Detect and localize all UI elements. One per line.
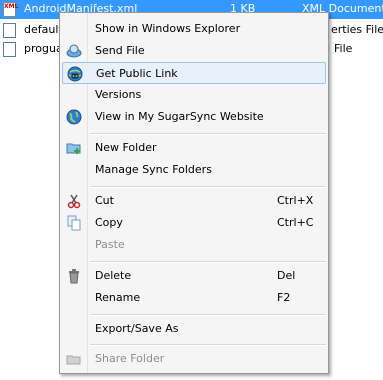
send-file-icon — [66, 43, 82, 59]
menu-item-shortcut: Ctrl+C — [277, 216, 314, 229]
menu-item-label: Paste — [95, 238, 125, 251]
menu-item-label: Rename — [95, 291, 141, 304]
menu-item-show-in-explorer[interactable]: Show in Windows Explorer — [62, 18, 326, 40]
menu-separator — [90, 186, 326, 188]
menu-item-paste[interactable]: Paste — [62, 234, 326, 256]
scissors-icon — [66, 193, 82, 209]
menu-separator — [90, 261, 326, 263]
menu-item-export-save-as[interactable]: Export/Save As — [62, 318, 326, 340]
menu-separator — [90, 314, 326, 316]
copy-icon — [66, 215, 82, 231]
menu-item-label: Get Public Link — [96, 67, 178, 80]
menu-item-shortcut: Ctrl+X — [277, 194, 314, 207]
menu-item-label: Cut — [95, 194, 114, 207]
menu-item-rename[interactable]: Rename F2 — [62, 287, 326, 309]
file-type: File — [334, 42, 353, 55]
file-name: default — [24, 23, 63, 36]
menu-item-label: Copy — [95, 216, 123, 229]
file-name: progua — [24, 42, 63, 55]
document-icon — [3, 42, 16, 57]
menu-item-send-file[interactable]: Send File — [62, 40, 326, 62]
public-link-icon — [67, 66, 83, 82]
menu-item-cut[interactable]: Cut Ctrl+X — [62, 190, 326, 212]
file-type: erties File — [331, 23, 383, 36]
menu-item-label: View in My SugarSync Website — [95, 110, 264, 123]
menu-item-label: Share Folder — [95, 352, 165, 365]
menu-item-copy[interactable]: Copy Ctrl+C — [62, 212, 326, 234]
menu-item-label: Send File — [95, 44, 145, 57]
menu-item-label: Show in Windows Explorer — [95, 22, 241, 35]
menu-item-label: New Folder — [95, 141, 157, 154]
menu-item-get-public-link[interactable]: Get Public Link — [62, 62, 326, 84]
menu-item-label: Manage Sync Folders — [95, 163, 212, 176]
share-folder-icon — [66, 351, 82, 367]
menu-item-view-website[interactable]: View in My SugarSync Website — [62, 106, 326, 128]
menu-separator — [90, 344, 326, 346]
menu-item-versions[interactable]: Versions — [62, 84, 326, 106]
menu-item-share-folder[interactable]: Share Folder — [62, 348, 326, 370]
xml-file-icon: XML — [3, 2, 18, 17]
menu-item-label: Delete — [95, 269, 132, 282]
menu-item-shortcut: Del — [277, 269, 296, 282]
globe-icon — [66, 109, 82, 125]
menu-item-delete[interactable]: Delete Del — [62, 265, 326, 287]
menu-item-shortcut: F2 — [277, 291, 291, 304]
document-icon — [3, 23, 16, 38]
trash-icon — [66, 268, 82, 284]
menu-item-label: Export/Save As — [95, 322, 179, 335]
menu-item-manage-sync-folders[interactable]: Manage Sync Folders — [62, 159, 326, 181]
new-folder-icon — [66, 140, 82, 156]
context-menu: Show in Windows Explorer Send File Get P… — [59, 12, 329, 374]
menu-separator — [90, 133, 326, 135]
menu-item-label: Versions — [95, 88, 142, 101]
menu-item-new-folder[interactable]: New Folder — [62, 137, 326, 159]
